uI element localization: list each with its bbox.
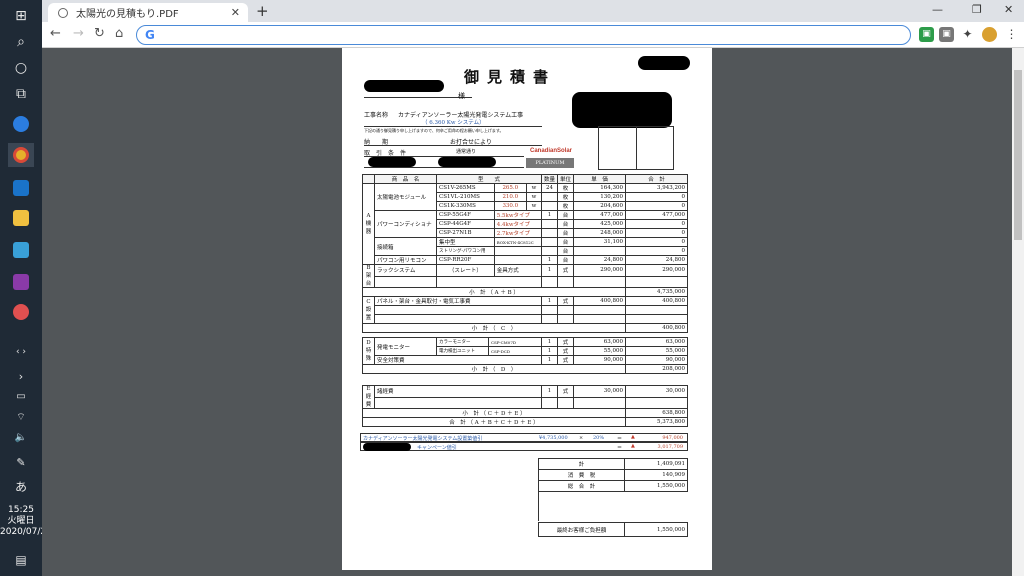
kw-system: （ 6.360 Kw システム） <box>422 120 485 126</box>
new-tab-button[interactable]: + <box>256 2 269 20</box>
close-tab-icon[interactable]: ✕ <box>231 6 240 19</box>
menu-icon[interactable]: ⋮ <box>1004 27 1019 42</box>
clock-time: 15:25 <box>8 505 34 515</box>
extension-2-icon[interactable]: ▣ <box>939 27 954 42</box>
extension-1-icon[interactable]: ▣ <box>919 27 934 42</box>
windows-taskbar: ⊞ ⌕ ○ ⧉ ‹ › › ▭ ⌔ 🔈 ✎ あ 15:25 火曜日 2020/0… <box>0 0 52 576</box>
extensions-puzzle-icon[interactable]: ✦ <box>960 27 975 42</box>
subtotal-d: 小 計 （ D ） 208,000 <box>362 364 688 374</box>
subtotal-cde: 小 計 （ C ＋ D ＋ E ） 638,800 <box>362 408 688 418</box>
final-row: 最終お客様ご負担額 1,550,000 <box>538 522 688 537</box>
quote-table: 商 品 名 型 式 数量 単位 単 価 合 計 A 機器 太陽電池モジュール CS1… <box>362 174 688 297</box>
kei-row: 計 1,409,091 <box>538 458 688 470</box>
clock[interactable]: 15:25 火曜日 2020/07/21 <box>0 505 52 538</box>
table-row: 接続箱 集中型 BOX-KTN-4C812C 台 31,100 0 <box>363 237 688 256</box>
mail-icon[interactable] <box>8 176 34 200</box>
tab-strip: 太陽光の見積もり.PDF ✕ + — ❐ ✕ <box>42 0 1024 22</box>
final-table: 最終お客様ご負担額 1,550,000 <box>538 522 688 537</box>
section-a: A 機器 <box>362 183 375 265</box>
search-icon[interactable]: ⌕ <box>8 30 34 54</box>
subtotal-c: 小 計 （ C ） 400,800 <box>362 323 688 333</box>
profile-avatar[interactable] <box>982 27 997 42</box>
task-view-icon[interactable]: ⧉ <box>8 82 34 106</box>
back-button[interactable]: ← <box>50 26 61 41</box>
section-d-table: D 特殊 発電モニター カラーモニター CSP-CM07D 1 式 63,000 63,000… <box>362 337 688 374</box>
address-bar[interactable]: G <box>136 25 911 45</box>
table-row: D 特殊 発電モニター カラーモニター CSP-CM07D 1 式 63,000 63,000 <box>362 337 688 365</box>
header-price: 単 価 <box>573 174 626 184</box>
brand-logo: CanadianSolar <box>530 148 573 154</box>
summary-table: 計 1,409,091 消 費 税 140,909 総 合 計 1,550,000 <box>538 458 688 492</box>
table-row: 安全対策費 1 式 90,000 90,000 <box>363 355 688 365</box>
discount-row-1: カナディアンソーラー太陽光発電システム設置築値引 ¥4,735,000 × 20… <box>360 433 688 442</box>
globe-icon <box>58 7 68 18</box>
note: 下記の通り御見積り申し上げますので、何卒ご用命の程お願い申し上げます。 <box>364 128 504 133</box>
ime-indicator[interactable]: あ <box>8 474 34 498</box>
clock-date: 2020/07/21 <box>0 527 52 537</box>
pen-icon[interactable]: ✎ <box>8 450 34 474</box>
discount-row-2: キャンペーン値引 ＝ ▲ 3,017,709 <box>360 442 688 451</box>
redaction <box>638 56 690 70</box>
forward-button[interactable]: → <box>73 26 84 41</box>
edge-icon[interactable] <box>8 112 34 136</box>
google-icon: G <box>145 28 155 42</box>
clock-day: 火曜日 <box>7 516 35 526</box>
reload-button[interactable]: ↻ <box>94 26 105 41</box>
close-window-button[interactable]: ✕ <box>1004 3 1013 16</box>
header-type: 型 式 <box>436 174 542 184</box>
app-icon[interactable] <box>8 300 34 324</box>
table-row: パワコン用リモコン CSP-RR20F 1 台 24,800 24,800 <box>363 255 688 265</box>
redaction <box>368 157 416 167</box>
vertical-scrollbar[interactable] <box>1012 48 1024 576</box>
torihiki: 通常通り <box>456 149 477 155</box>
chrome-icon[interactable] <box>8 143 34 167</box>
pdf-page: 御見積書 様 工事名称 カナディアンソーラー太陽光発電システム工事 （ 6.36… <box>342 48 712 570</box>
brand-platinum: PLATINUM <box>526 158 574 168</box>
store-icon[interactable] <box>8 238 34 262</box>
notification-icon[interactable]: ▤ <box>8 548 34 572</box>
restore-button[interactable]: ❐ <box>972 3 982 16</box>
redaction <box>363 443 411 451</box>
sama: 様 <box>458 92 465 100</box>
scrollbar-thumb[interactable] <box>1014 70 1022 240</box>
table-row: A 機器 太陽電池モジュール CS1V-265MS 265.0 w 24 枚 164,300 3… <box>362 183 688 265</box>
doc-title: 御見積書 <box>464 68 557 86</box>
header-item: 商 品 名 <box>374 174 437 184</box>
tab-pdf[interactable]: 太陽光の見積もり.PDF ✕ <box>48 3 248 22</box>
cortana-icon[interactable]: ○ <box>8 56 34 80</box>
section-c-table: C 設置 パネル・架台・金具取付・電気工事費 1 式 400,800 400,800 小 … <box>362 296 688 333</box>
section-b: B 架台 <box>362 264 375 288</box>
file-explorer-icon[interactable] <box>8 206 34 230</box>
section-e-table: E 経費 諸経費 1 式 30,000 30,000 小 計 （ C ＋ D ＋ E ） 6… <box>362 385 688 427</box>
windows-start-icon[interactable]: ⊞ <box>8 4 34 28</box>
header-unit: 単位 <box>556 174 575 184</box>
home-button[interactable]: ⌂ <box>115 26 123 41</box>
sum-row: 総 合 計 1,550,000 <box>538 480 688 492</box>
table-row: E 経費 諸経費 1 式 30,000 30,000 <box>362 385 688 409</box>
tax-row: 消 費 税 140,909 <box>538 469 688 481</box>
table-row: C 設置 パネル・架台・金具取付・電気工事費 1 式 400,800 400,800 <box>362 296 688 324</box>
browser-toolbar: ← → ↻ ⌂ G ▣ ▣ ✦ ⋮ <box>42 22 1024 48</box>
triangle-icon: ▲ <box>631 443 635 449</box>
triangle-icon: ▲ <box>631 434 635 440</box>
table-row: パワーコンディショナ CSP-55G4F 5.5kwタイプ 1 台 477,000 477,… <box>363 210 688 238</box>
onenote-icon[interactable] <box>8 270 34 294</box>
koji-label: 工事名称 <box>364 112 389 119</box>
header-qty: 数量 <box>540 174 558 184</box>
redaction <box>572 92 672 128</box>
volume-icon[interactable]: 🔈 <box>8 425 34 449</box>
header-total: 合 計 <box>625 174 688 184</box>
tab-title: 太陽光の見積もり.PDF <box>76 9 179 20</box>
redaction <box>438 157 496 167</box>
table-row: B 架台 ラックシステム （スレート） 金具方式 1 式 290,000 290,000 <box>362 264 688 288</box>
minimize-button[interactable]: — <box>932 3 943 16</box>
scroll-arrows-icon[interactable]: ‹ › <box>8 346 34 358</box>
grand-total: 合 計 （ A ＋ B ＋ C ＋ D ＋ E ） 5,373,800 <box>362 417 688 427</box>
